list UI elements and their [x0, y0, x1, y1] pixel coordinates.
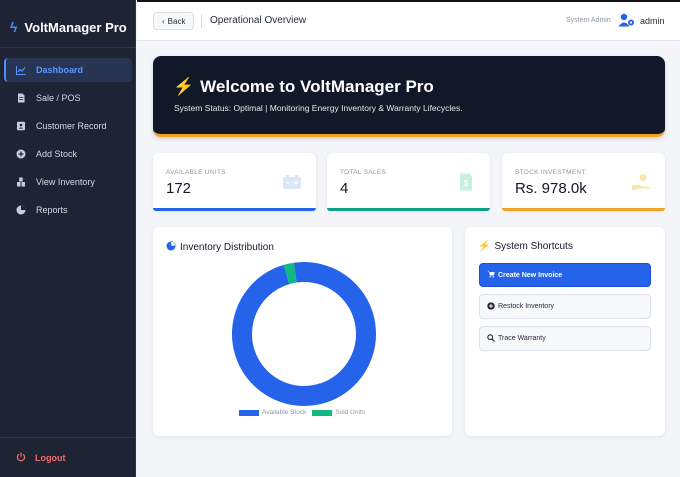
- sidebar-item-label: View Inventory: [36, 177, 95, 187]
- sidebar-item-customer-record[interactable]: Customer Record: [4, 114, 132, 138]
- stat-label: STOCK INVESTMENT: [515, 169, 586, 176]
- system-shortcuts-card: ⚡ System Shortcuts Create New Invoice Re…: [465, 227, 665, 436]
- back-button[interactable]: ‹ Back: [153, 12, 195, 30]
- inventory-distribution-card: Inventory Distribution Available Stock S…: [153, 227, 452, 436]
- sidebar-item-label: Sale / POS: [36, 93, 81, 103]
- logout-button[interactable]: Logout: [16, 452, 66, 464]
- sidebar-item-view-inventory[interactable]: View Inventory: [4, 170, 132, 194]
- brand-name: VoltManager Pro: [24, 19, 127, 35]
- legend-swatch: [312, 409, 333, 416]
- shortcut-label: Create New Invoice: [498, 271, 563, 279]
- card-title-text: Inventory Distribution: [180, 242, 274, 253]
- bolt-icon: ϟ: [10, 19, 18, 35]
- legend-label: Sold Units: [335, 409, 365, 416]
- divider: [0, 437, 136, 438]
- battery-icon: [282, 173, 302, 191]
- money-hand-icon: [631, 173, 651, 191]
- inventory-distribution-title: Inventory Distribution: [166, 241, 274, 254]
- logout-label: Logout: [35, 453, 66, 463]
- divider: [201, 14, 202, 28]
- user-name[interactable]: admin: [640, 16, 665, 26]
- sidebar-item-reports[interactable]: Reports: [4, 198, 132, 222]
- card-title-text: System Shortcuts: [494, 241, 573, 252]
- donut-slice-available-stock[interactable]: [232, 262, 376, 406]
- page-title: Operational Overview: [210, 15, 307, 26]
- stat-value: 4: [340, 180, 349, 197]
- stat-accent-bar: [502, 208, 665, 211]
- file-invoice-icon: [16, 93, 26, 103]
- welcome-title: ⚡ Welcome to VoltManager Pro: [173, 77, 434, 97]
- legend-item-available[interactable]: Available Stock: [239, 409, 306, 416]
- chart-line-icon: [16, 65, 26, 75]
- shortcut-label: Trace Warranty: [498, 335, 546, 342]
- restock-inventory-button[interactable]: Restock Inventory: [479, 294, 651, 319]
- sidebar-nav: Dashboard Sale / POS Customer Record Add…: [0, 58, 136, 226]
- legend-item-sold[interactable]: Sold Units: [312, 409, 365, 416]
- system-shortcuts-title: ⚡ System Shortcuts: [478, 241, 573, 252]
- system-status: System Status: Optimal | Monitoring Ener…: [174, 103, 463, 113]
- address-card-icon: [16, 121, 26, 131]
- stat-card-available-units: AVAILABLE UNITS 172: [153, 153, 316, 211]
- shortcut-label: Restock Inventory: [498, 303, 555, 310]
- chevron-left-icon: ‹: [162, 16, 165, 26]
- receipt-icon: $: [456, 173, 476, 191]
- stat-accent-bar: [327, 208, 490, 211]
- donut-slice-sold-units[interactable]: [283, 262, 297, 285]
- stat-card-stock-investment: STOCK INVESTMENT Rs. 978.0k: [502, 153, 665, 211]
- warehouse-icon: [16, 177, 26, 187]
- legend-label: Available Stock: [262, 409, 307, 416]
- cart-icon: [487, 270, 495, 280]
- create-new-invoice-button[interactable]: Create New Invoice: [479, 263, 651, 287]
- pie-chart-icon: [16, 205, 26, 215]
- sidebar-item-label: Add Stock: [36, 149, 78, 159]
- sidebar-item-dashboard[interactable]: Dashboard: [4, 58, 132, 82]
- stat-value: 172: [166, 180, 192, 197]
- welcome-banner: ⚡ Welcome to VoltManager Pro System Stat…: [153, 56, 665, 137]
- sidebar: ϟ VoltManager Pro Dashboard Sale / POS C…: [0, 0, 136, 477]
- topbar: ‹ Back Operational Overview System Admin…: [137, 0, 680, 41]
- donut-chart: [232, 262, 376, 406]
- user-gear-icon[interactable]: [618, 13, 635, 27]
- sidebar-item-label: Customer Record: [36, 121, 107, 131]
- chart-legend: Available Stock Sold Units: [239, 409, 365, 416]
- plus-circle-icon: [16, 149, 26, 159]
- pie-chart-icon: [166, 241, 176, 254]
- trace-warranty-button[interactable]: Trace Warranty: [479, 326, 651, 351]
- svg-text:$: $: [464, 179, 469, 188]
- bolt-icon: ⚡: [478, 241, 491, 252]
- stat-label: TOTAL SALES: [340, 169, 387, 176]
- plus-circle-icon: [487, 301, 495, 312]
- power-icon: [16, 452, 26, 464]
- sidebar-item-add-stock[interactable]: Add Stock: [4, 142, 132, 166]
- stat-card-total-sales: TOTAL SALES 4 $: [327, 153, 490, 211]
- bolt-icon: ⚡: [173, 77, 195, 96]
- legend-swatch: [239, 409, 259, 416]
- user-role: System Admin: [566, 17, 611, 24]
- search-icon: [487, 333, 495, 344]
- stat-value: Rs. 978.0k: [515, 180, 587, 197]
- divider: [0, 47, 136, 48]
- brand[interactable]: ϟ VoltManager Pro: [10, 19, 127, 35]
- back-label: Back: [167, 16, 186, 26]
- stat-label: AVAILABLE UNITS: [166, 169, 226, 176]
- sidebar-item-label: Dashboard: [36, 65, 84, 75]
- sidebar-item-label: Reports: [36, 205, 68, 215]
- sidebar-item-sale-pos[interactable]: Sale / POS: [4, 86, 132, 110]
- stat-accent-bar: [153, 208, 316, 211]
- welcome-title-text: Welcome to VoltManager Pro: [200, 77, 434, 96]
